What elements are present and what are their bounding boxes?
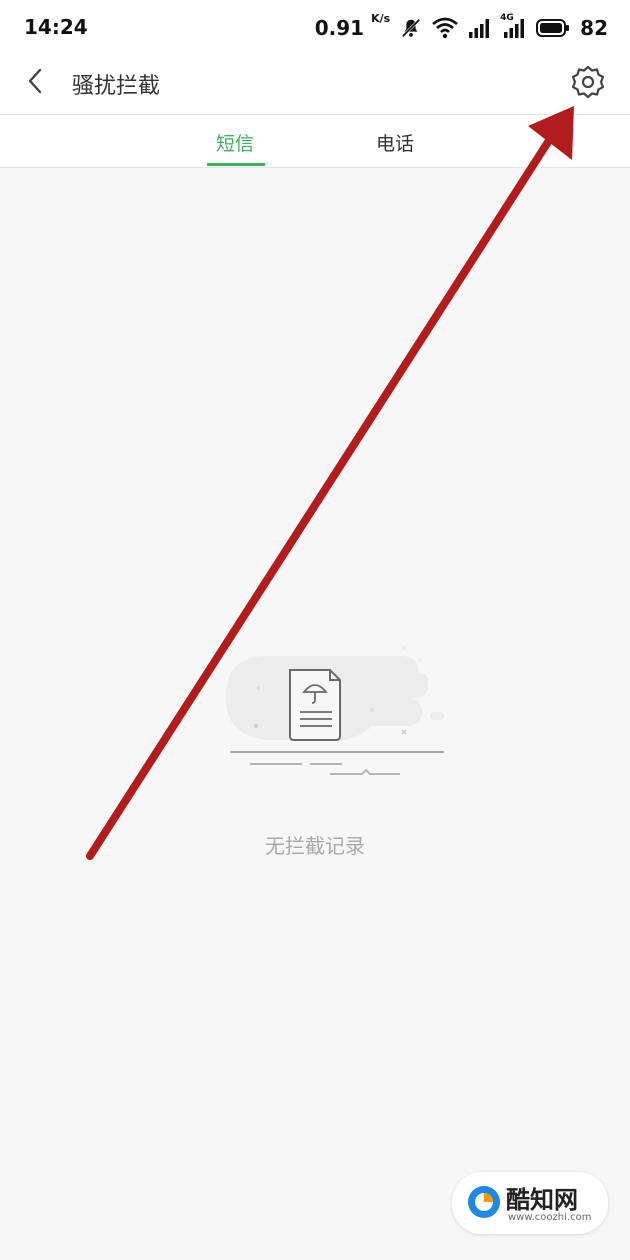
empty-state-message: 无拦截记录 bbox=[265, 834, 365, 858]
annotation-arrow bbox=[86, 106, 574, 860]
mute-bell-icon bbox=[401, 18, 421, 38]
gear-icon[interactable] bbox=[570, 64, 606, 100]
watermark-badge: 酷知网 www.coozhi.com bbox=[452, 1172, 608, 1234]
document-umbrella-icon bbox=[226, 645, 444, 775]
status-icons: 0.91 K/s 4G 82 bbox=[314, 12, 608, 42]
battery-level: 82 bbox=[580, 16, 608, 40]
signal-4g-icon: 4G bbox=[500, 13, 526, 39]
tab-calls[interactable]: 电话 bbox=[376, 129, 414, 156]
watermark-name: 酷知网 bbox=[506, 1185, 578, 1214]
tab-bar: 短信 电话 bbox=[0, 114, 630, 168]
watermark-url: www.coozhi.com bbox=[508, 1212, 592, 1223]
tab-sms[interactable]: 短信 bbox=[216, 129, 254, 156]
back-arrow-icon[interactable] bbox=[22, 66, 52, 96]
coozhi-logo-icon bbox=[468, 1186, 500, 1218]
status-time: 14:24 bbox=[24, 15, 88, 39]
signal-icon bbox=[469, 19, 490, 38]
battery-icon bbox=[536, 19, 570, 37]
active-tab-indicator bbox=[207, 163, 265, 166]
status-bar: 14:24 0.91 K/s 4G 82 bbox=[0, 0, 630, 56]
page-title: 骚扰拦截 bbox=[72, 74, 161, 99]
wifi-icon bbox=[432, 17, 458, 39]
network-speed: 0.91 K/s bbox=[314, 12, 391, 40]
app-bar: 骚扰拦截 bbox=[0, 56, 630, 114]
